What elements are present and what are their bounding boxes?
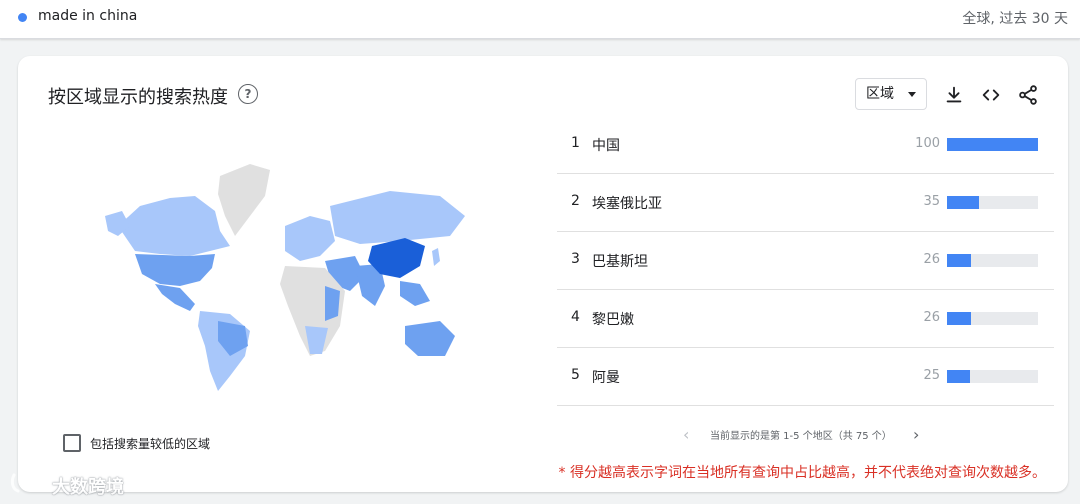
map-region-usa	[135, 254, 215, 286]
score-bar-track	[947, 138, 1038, 151]
region-name: 埃塞俄比亚	[592, 196, 662, 212]
rank-number: 4	[571, 309, 580, 325]
include-low-volume-label[interactable]: 包括搜索量较低的区域	[90, 435, 210, 452]
map-region-europe	[285, 216, 335, 261]
rank-number: 2	[571, 193, 580, 209]
rank-number: 5	[571, 367, 580, 383]
score-bar-fill	[947, 138, 1038, 151]
comparison-term-bar: made in china 全球, 过去 30 天	[0, 0, 1080, 39]
score-bar-track	[947, 370, 1038, 383]
card-title: 按区域显示的搜索热度	[48, 87, 228, 108]
region-score: 26	[923, 252, 940, 267]
term-color-dot	[18, 13, 27, 22]
map-region-east-africa	[325, 286, 340, 321]
region-name: 黎巴嫩	[592, 312, 634, 328]
download-icon[interactable]	[943, 84, 965, 106]
region-score: 26	[923, 310, 940, 325]
map-region-russia	[330, 191, 465, 244]
score-bar-track	[947, 196, 1038, 209]
scope-label: 全球, 过去 30 天	[962, 11, 1068, 27]
map-region-canada	[118, 196, 230, 256]
ranking-row[interactable]: 3 巴基斯坦 26	[557, 232, 1054, 290]
pagination-status: 当前显示的是第 1-5 个地区（共 75 个）	[710, 431, 892, 442]
map-region-greenland	[218, 164, 270, 236]
search-term-label[interactable]: made in china	[38, 8, 137, 24]
include-low-volume-checkbox[interactable]	[63, 434, 81, 452]
help-circle-icon[interactable]: ?	[238, 84, 258, 104]
world-heat-map[interactable]	[100, 156, 470, 396]
watermark-text: 大数跨境	[52, 477, 124, 498]
score-bar-fill	[947, 312, 971, 325]
score-bar-fill	[947, 196, 979, 209]
region-name: 巴基斯坦	[592, 254, 648, 270]
score-bar-fill	[947, 370, 970, 383]
ranking-row[interactable]: 4 黎巴嫩 26	[557, 290, 1054, 348]
map-region-mexico	[155, 284, 195, 311]
map-region-japan	[432, 248, 440, 266]
score-bar-fill	[947, 254, 971, 267]
rank-number: 1	[571, 135, 580, 151]
score-bar-track	[947, 312, 1038, 325]
map-region-australia	[405, 321, 455, 356]
region-name: 中国	[592, 138, 620, 154]
ranking-row[interactable]: 2 埃塞俄比亚 35	[557, 174, 1054, 232]
pagination: ‹ 当前显示的是第 1-5 个地区（共 75 个） ›	[683, 424, 933, 444]
region-resolution-select[interactable]: 区域	[855, 78, 927, 110]
rank-number: 3	[571, 251, 580, 267]
ranking-row[interactable]: 5 阿曼 25	[557, 348, 1054, 406]
score-bar-track	[947, 254, 1038, 267]
watermark-logo-icon	[10, 473, 49, 493]
embed-code-icon[interactable]	[980, 84, 1002, 106]
region-score: 100	[915, 136, 940, 151]
region-select-value: 区域	[866, 86, 894, 102]
region-score: 25	[923, 368, 940, 383]
region-score: 35	[923, 194, 940, 209]
chevron-left-icon[interactable]: ‹	[683, 425, 689, 444]
ranking-row[interactable]: 1 中国 100	[557, 116, 1054, 174]
dropdown-caret-icon	[908, 92, 916, 97]
share-icon[interactable]	[1017, 84, 1039, 106]
score-footnote: * 得分越高表示字词在当地所有查询中占比越高，并不代表绝对查询次数越多。	[558, 465, 1046, 481]
region-ranking-list: 1 中国 100 2 埃塞俄比亚 35 3 巴基斯坦 26 4 黎巴嫩 26 5…	[557, 116, 1054, 406]
region-name: 阿曼	[592, 370, 620, 386]
chevron-right-icon[interactable]: ›	[913, 425, 919, 444]
map-region-southeast-asia	[400, 281, 430, 306]
interest-by-region-card: 按区域显示的搜索热度 ? 区域 1 中国 100 2 埃塞俄比亚 35 3 巴基…	[18, 56, 1068, 492]
